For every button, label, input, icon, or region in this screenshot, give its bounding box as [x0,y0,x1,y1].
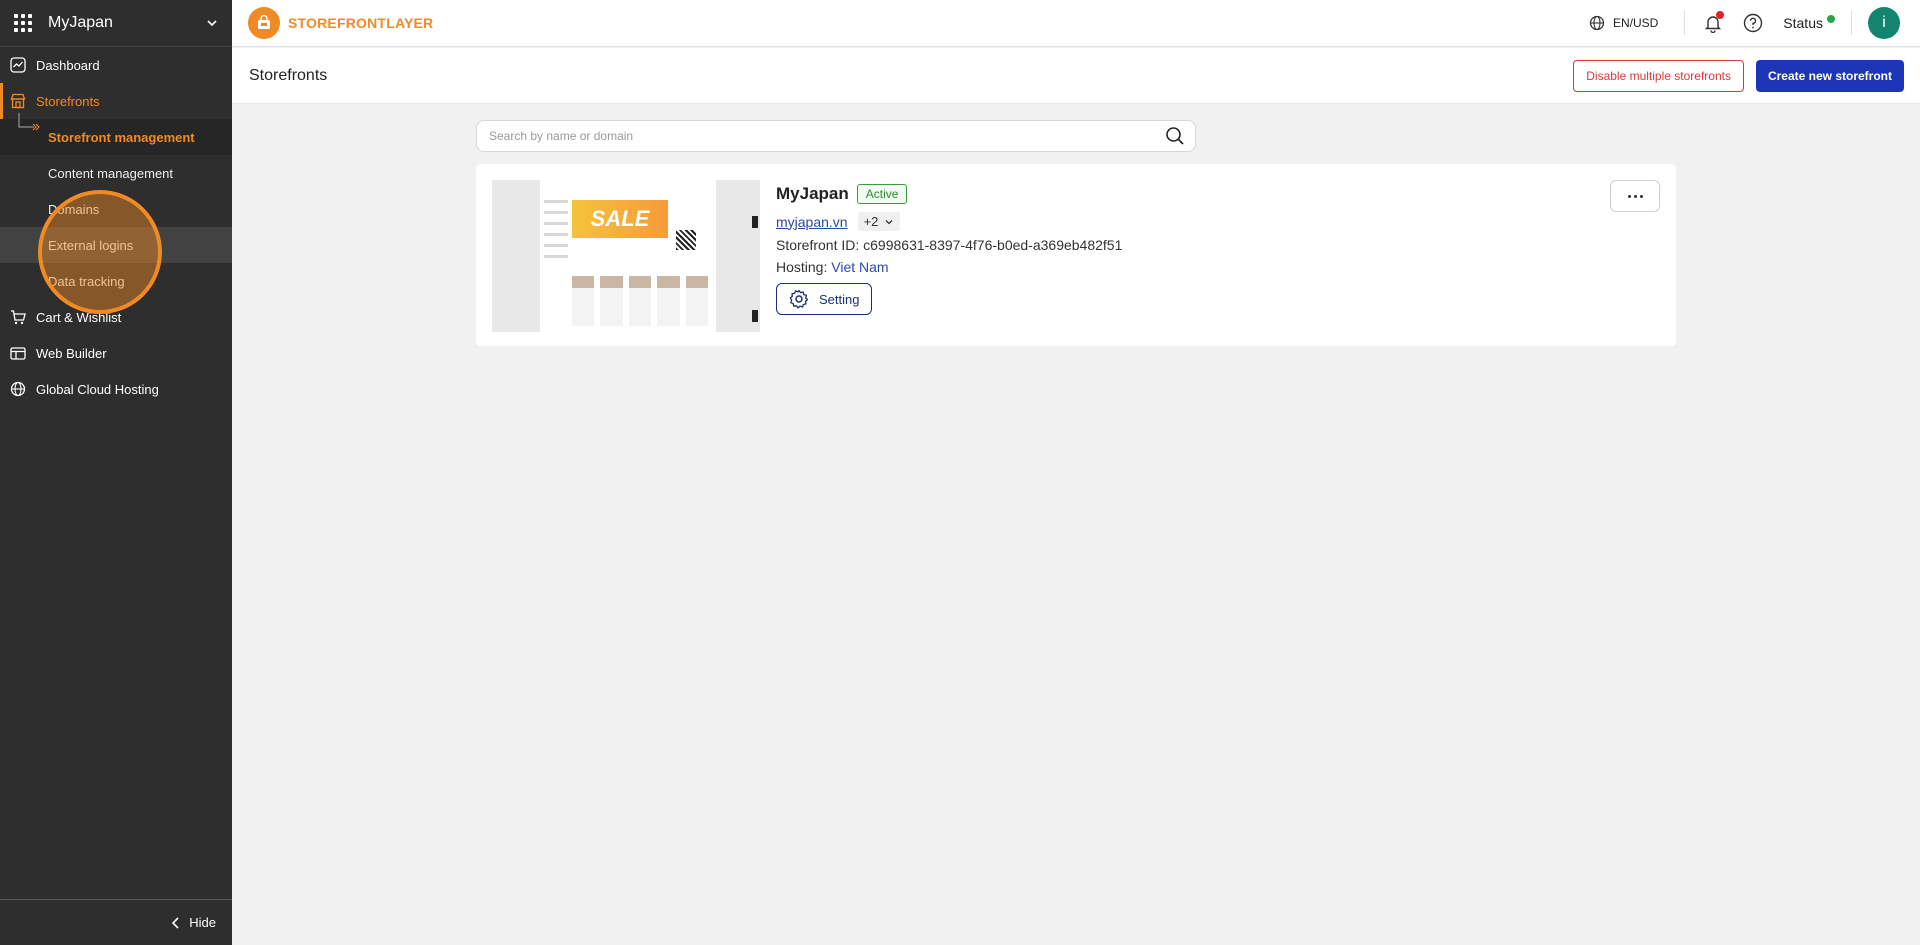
sidebar-subitem-label: Domains [48,201,100,217]
storefront-thumbnail[interactable]: SALE [492,180,760,332]
help-icon [1744,13,1763,33]
page-title: Storefronts [249,66,328,84]
thumbnail-scroll-marker [752,310,758,322]
page-header: Storefronts Disable multiple storefronts… [232,48,1920,104]
storefront-card: SALE MyJapan Active myjapan.vn +2 Storef… [476,164,1676,346]
brand[interactable]: STOREFRONTLAYER [248,7,433,39]
create-new-storefront-button[interactable]: Create new storefront [1755,59,1904,92]
hosting-line: Hosting: Viet Nam [776,259,1122,275]
more-domains-count: +2 [863,214,879,229]
storefront-details: MyJapan Active myjapan.vn +2 Storefront … [776,184,1122,315]
store-icon [10,93,26,109]
thumbnail-side-list [544,200,568,280]
thumbnail-sale-banner: SALE [572,200,668,238]
topbar-actions: EN/USD Status i [1589,0,1920,46]
sidebar-item-cart-wishlist[interactable]: Cart & Wishlist [0,299,232,335]
sidebar-item-dashboard[interactable]: Dashboard [0,47,232,83]
status-badge: Active [856,184,908,204]
brand-name: STOREFRONTLAYER [288,15,434,31]
qr-code-icon [676,230,696,250]
gear-icon [789,289,809,309]
globe-icon [10,381,26,397]
sidebar-item-label: Global Cloud Hosting [36,381,159,397]
header-actions: Disable multiple storefronts Create new … [1573,59,1904,92]
status-indicator[interactable]: Status [1783,11,1852,35]
apps-grid-icon[interactable] [14,14,32,32]
disable-multiple-storefronts-button[interactable]: Disable multiple storefronts [1573,59,1744,92]
setting-label: Setting [819,291,860,307]
thumbnail-scroll-marker [752,216,758,228]
storefront-title-row: MyJapan Active [776,184,1122,204]
search-bar [476,120,1196,152]
hide-label: Hide [189,915,216,930]
storefrontlayer-logo-icon [248,7,280,39]
sidebar-item-label: Cart & Wishlist [36,309,122,325]
domain-row: myjapan.vn +2 [776,212,1122,231]
storefront-id: Storefront ID: c6998631-8397-4f76-b0ed-a… [776,237,1123,253]
sidebar-item-label: Dashboard [36,57,100,73]
top-bar: STOREFRONTLAYER EN/USD Status i [232,0,1920,47]
builder-icon [10,345,26,361]
hosting-label: Hosting: [776,259,828,275]
search-input[interactable] [489,129,1165,143]
sidebar-subitem-label: Content management [48,165,174,181]
hosting-value[interactable]: Viet Nam [831,259,888,275]
more-domains-toggle[interactable]: +2 [857,212,901,231]
sidebar-item-label: Storefronts [36,93,100,109]
sidebar-subitem-storefront-management[interactable]: Storefront management [0,113,232,155]
sidebar-item-label: Web Builder [36,345,107,361]
ellipsis-icon [1627,194,1631,198]
locale-label: EN/USD [1612,16,1659,30]
more-options-button[interactable] [1610,180,1660,212]
domain-link[interactable]: myjapan.vn [776,214,848,230]
sidebar-hide-toggle[interactable]: Hide [0,899,232,945]
workspace-name: MyJapan [48,14,113,31]
globe-icon [1589,15,1605,31]
chevron-down-icon [885,219,893,224]
sidebar-subitem-label: External logins [48,237,134,253]
chevron-down-icon[interactable] [206,17,218,29]
sidebar-subitem-external-logins[interactable]: External logins [0,227,232,263]
sidebar-subitem-domains[interactable]: Domains [0,191,232,227]
thumbnail-products [572,276,709,326]
locale-selector[interactable]: EN/USD [1589,11,1686,35]
chart-icon [10,57,26,73]
status-label: Status [1783,15,1823,31]
sidebar-item-global-cloud-hosting[interactable]: Global Cloud Hosting [0,371,232,407]
notifications-button[interactable] [1701,11,1725,35]
help-button[interactable] [1741,11,1765,35]
sidebar-subitem-data-tracking[interactable]: Data tracking [0,263,232,299]
sidebar-nav: Dashboard Storefronts Storefront managem… [0,47,232,407]
storefront-name: MyJapan [776,184,849,203]
sidebar-subitem-label: Data tracking [48,273,125,289]
workspace-switcher[interactable]: MyJapan [0,0,232,47]
setting-button[interactable]: Setting [776,283,873,315]
sidebar-subitem-label: Storefront management [48,129,195,145]
tree-connector-icon [18,113,40,131]
cart-icon [10,309,26,325]
sidebar: MyJapan Dashboard Storefronts Storefront… [0,0,232,945]
sidebar-subitem-content-management[interactable]: Content management [0,155,232,191]
search-icon[interactable] [1165,126,1185,146]
avatar[interactable]: i [1868,7,1900,39]
sidebar-item-web-builder[interactable]: Web Builder [0,335,232,371]
status-dot [1827,15,1835,23]
chevron-left-icon [172,916,179,929]
